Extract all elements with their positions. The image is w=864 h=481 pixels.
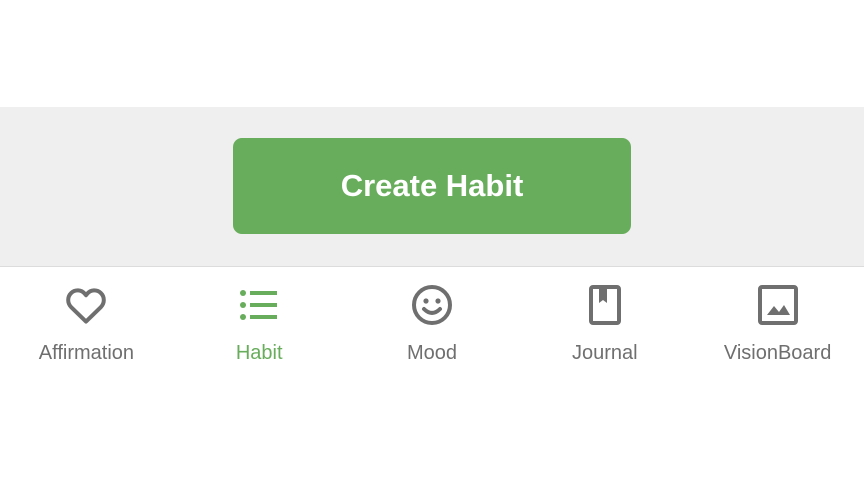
nav-item-visionboard[interactable]: VisionBoard bbox=[691, 267, 864, 377]
nav-label-journal: Journal bbox=[571, 342, 638, 364]
bookmark-book-icon bbox=[581, 281, 629, 329]
image-icon bbox=[754, 281, 802, 329]
app-screen: Create Habit Affirmation Habit Mood Jour… bbox=[0, 0, 864, 481]
heart-outline-icon bbox=[62, 281, 110, 329]
nav-item-mood[interactable]: Mood bbox=[346, 267, 519, 377]
bottom-spacer bbox=[0, 377, 864, 481]
nav-item-affirmation[interactable]: Affirmation bbox=[0, 267, 173, 377]
smiley-face-icon bbox=[408, 281, 456, 329]
nav-item-habit[interactable]: Habit bbox=[173, 267, 346, 377]
bottom-navigation: Affirmation Habit Mood Journal VisionBoa… bbox=[0, 267, 864, 377]
content-area bbox=[0, 0, 864, 107]
nav-label-visionboard: VisionBoard bbox=[723, 342, 832, 364]
list-icon bbox=[235, 281, 283, 329]
nav-label-habit: Habit bbox=[235, 342, 283, 364]
nav-item-journal[interactable]: Journal bbox=[518, 267, 691, 377]
nav-label-affirmation: Affirmation bbox=[38, 342, 135, 364]
nav-label-mood: Mood bbox=[406, 342, 457, 364]
create-habit-button[interactable]: Create Habit bbox=[233, 138, 631, 234]
action-bar: Create Habit bbox=[0, 107, 864, 266]
